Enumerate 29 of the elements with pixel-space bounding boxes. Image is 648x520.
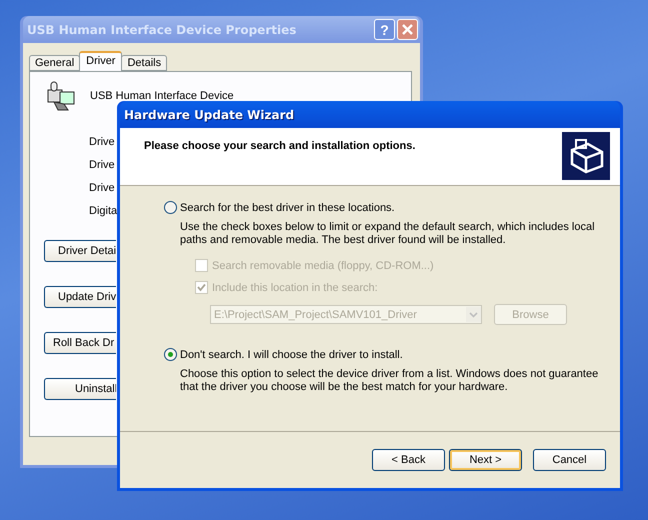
window-title: USB Human Interface Device Properties bbox=[27, 22, 296, 36]
wizard-button[interactable]: < Back bbox=[372, 449, 445, 471]
close-icon bbox=[401, 23, 414, 36]
radio-button[interactable] bbox=[164, 201, 177, 214]
option-description: Choose this option to select the device driver from a list. Windows does not guarantee that the driver you choose will be the best match for your hardware. bbox=[180, 368, 600, 394]
driver-button[interactable]: Uninstall bbox=[44, 378, 116, 400]
wizard-button[interactable]: Next > bbox=[449, 449, 522, 471]
property-label: Drive bbox=[89, 158, 115, 172]
tab[interactable]: Driver bbox=[79, 51, 122, 71]
checkbox-label: Search removable media (floppy, CD-ROM...) bbox=[212, 260, 434, 272]
tab[interactable]: General bbox=[29, 55, 80, 71]
driver-button[interactable]: Driver Detai bbox=[44, 240, 116, 262]
option-label: Don't search. I will choose the driver to install. bbox=[180, 348, 403, 360]
property-label: Drive bbox=[89, 181, 115, 195]
driver-button[interactable]: Update Driv bbox=[44, 286, 116, 308]
property-label: Digita bbox=[89, 204, 118, 218]
driver-button[interactable]: Roll Back Dr bbox=[44, 332, 116, 354]
device-name: USB Human Interface Device bbox=[90, 90, 234, 102]
property-label: Drive bbox=[89, 135, 115, 149]
checkbox-label: Include this location in the search: bbox=[212, 282, 378, 294]
option-description: Use the check boxes below to limit or expand the default search, which includes local paths and removable media. The best driver found will be installed. bbox=[180, 221, 596, 247]
wizard-button[interactable]: Cancel bbox=[533, 449, 606, 471]
window-title: Hardware Update Wizard bbox=[124, 108, 294, 122]
wizard-heading: Please choose your search and installation options. bbox=[144, 140, 416, 154]
radio-button[interactable] bbox=[164, 348, 177, 361]
hardware-box-icon bbox=[562, 132, 610, 180]
tab[interactable]: Details bbox=[121, 55, 168, 71]
close-button[interactable] bbox=[397, 19, 418, 40]
option-label: Search for the best driver in these locations. bbox=[180, 202, 395, 214]
